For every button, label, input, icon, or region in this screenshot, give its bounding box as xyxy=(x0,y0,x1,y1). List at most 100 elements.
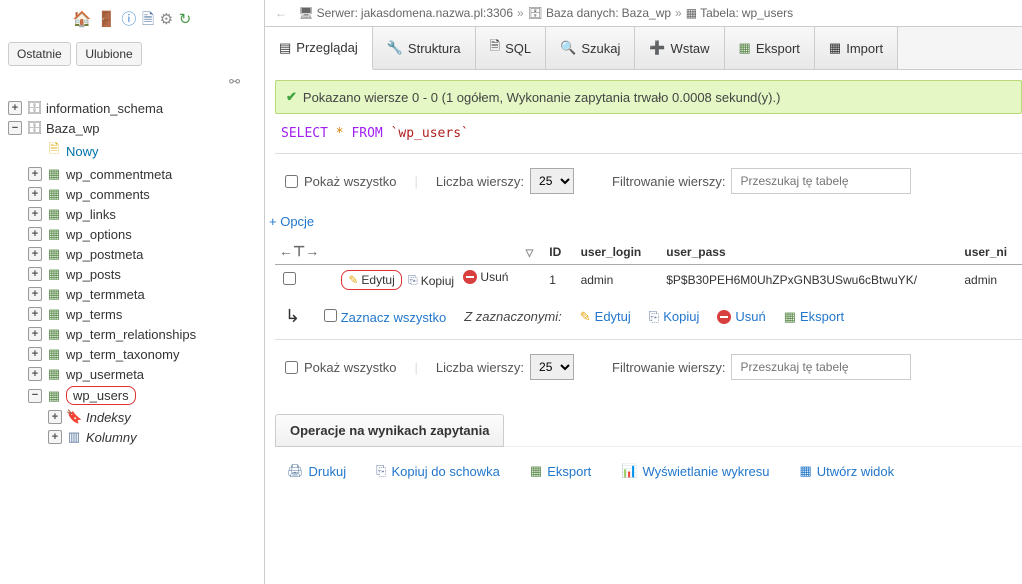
expand-icon[interactable]: + xyxy=(28,327,42,341)
export-icon: ▦ xyxy=(739,40,751,56)
edit-row-button[interactable]: ✎Edytuj xyxy=(341,270,401,290)
server-icon: 🖥 xyxy=(298,6,313,20)
tree-db-info-schema[interactable]: information_schema xyxy=(46,101,163,116)
tab-browse[interactable]: ▤Przeglądaj xyxy=(265,27,373,70)
results-table: ←⊤→ ▽ ID user_login user_pass user_ni xyxy=(275,239,1022,294)
link-icon[interactable]: ⚯ xyxy=(4,70,260,94)
expand-icon[interactable]: + xyxy=(28,267,42,281)
collapse-icon[interactable]: − xyxy=(8,121,22,135)
tab-structure[interactable]: 🔧Struktura xyxy=(373,27,476,69)
sidebar: 🏠 🚪 ⓘ 🗎 ⚙ ↻ Ostatnie Ulubione ⚯ + 🗄 inform… xyxy=(0,0,265,584)
settings-icon[interactable]: ⚙ xyxy=(160,10,173,28)
refresh-icon[interactable]: ↻ xyxy=(179,10,192,28)
sidebar-toolbar: 🏠 🚪 ⓘ 🗎 ⚙ ↻ xyxy=(4,4,260,38)
tab-search[interactable]: 🔍Szukaj xyxy=(546,27,635,69)
with-selected-label: Z zaznaczonymi: xyxy=(464,309,562,324)
expand-icon[interactable]: + xyxy=(28,207,42,221)
tab-favorites[interactable]: Ulubione xyxy=(76,42,141,66)
tree-table-wp-users[interactable]: wp_users xyxy=(66,386,136,405)
tree-table[interactable]: wp_options xyxy=(66,227,132,242)
tab-sql[interactable]: 🗎SQL xyxy=(476,27,546,69)
tree-table[interactable]: wp_comments xyxy=(66,187,150,202)
col-user-ni[interactable]: user_ni xyxy=(956,239,1022,265)
expand-icon[interactable]: + xyxy=(28,347,42,361)
table-icon: ▦ xyxy=(46,366,62,382)
tree-table[interactable]: wp_links xyxy=(66,207,116,222)
bulk-export-button[interactable]: ▦Eksport xyxy=(784,309,844,325)
info-icon[interactable]: ⓘ xyxy=(121,8,136,29)
home-icon[interactable]: 🏠 xyxy=(73,10,92,28)
op-clipboard[interactable]: ⎘Kopiuj do schowka xyxy=(376,463,500,479)
delete-row-button[interactable]: Usuń xyxy=(460,269,511,285)
collapse-icon[interactable]: − xyxy=(28,389,42,403)
expand-icon[interactable]: + xyxy=(28,287,42,301)
filter-input-2[interactable] xyxy=(731,354,911,380)
breadcrumb-server-value[interactable]: jakasdomena.nazwa.pl:3306 xyxy=(361,6,513,20)
select-all-label[interactable]: Zaznacz wszystko xyxy=(341,310,446,325)
bulk-copy-button[interactable]: ⎘Kopiuj xyxy=(649,309,700,325)
select-all-checkbox[interactable] xyxy=(324,309,337,322)
table-icon: ▦ xyxy=(46,226,62,242)
bulk-delete-button[interactable]: Usuń xyxy=(717,309,765,324)
db-icon: 🗄 xyxy=(26,120,42,136)
tree-table[interactable]: wp_termmeta xyxy=(66,287,145,302)
col-user-pass[interactable]: user_pass xyxy=(658,239,956,265)
expand-icon[interactable]: + xyxy=(28,167,42,181)
success-message: ✔ Pokazano wiersze 0 - 0 (1 ogółem, Wyko… xyxy=(275,80,1022,114)
nav-arrows[interactable]: ←⊤→ xyxy=(275,239,333,265)
col-user-login[interactable]: user_login xyxy=(573,239,659,265)
breadcrumb: ← 🖥Serwer: jakasdomena.nazwa.pl:3306 » 🗄… xyxy=(265,0,1022,27)
tree-table[interactable]: wp_term_taxonomy xyxy=(66,347,179,362)
tree-table[interactable]: wp_posts xyxy=(66,267,121,282)
col-id[interactable]: ID xyxy=(541,239,572,265)
new-icon: 🗎 xyxy=(46,140,62,162)
filter-input[interactable] xyxy=(731,168,911,194)
arrow-up-icon: ↳ xyxy=(285,306,300,327)
import-icon: ▦ xyxy=(829,40,841,56)
expand-icon[interactable]: + xyxy=(48,430,62,444)
tree-table[interactable]: wp_terms xyxy=(66,307,122,322)
tab-export[interactable]: ▦Eksport xyxy=(725,27,815,69)
tab-insert[interactable]: ➕Wstaw xyxy=(635,27,724,69)
row-count-select[interactable]: 25 xyxy=(530,168,574,194)
row-checkbox[interactable] xyxy=(283,272,296,285)
tree-table[interactable]: wp_commentmeta xyxy=(66,167,172,182)
breadcrumb-db-value[interactable]: Baza_wp xyxy=(622,6,671,20)
expand-icon[interactable]: + xyxy=(28,187,42,201)
tab-import[interactable]: ▦Import xyxy=(815,27,898,69)
copy-row-button[interactable]: ⎘Kopiuj xyxy=(405,272,457,289)
op-view[interactable]: ▦Utwórz widok xyxy=(800,463,895,479)
show-all-checkbox-2[interactable] xyxy=(285,361,298,374)
sort-indicator-icon[interactable]: ▽ xyxy=(526,248,534,259)
tree-columns[interactable]: Kolumny xyxy=(86,430,137,445)
tree-table[interactable]: wp_term_relationships xyxy=(66,327,196,342)
tree-table[interactable]: wp_postmeta xyxy=(66,247,143,262)
op-export[interactable]: ▦Eksport xyxy=(530,463,591,479)
breadcrumb-table-value[interactable]: wp_users xyxy=(742,6,793,20)
collapse-panel-icon[interactable]: ← xyxy=(275,6,287,20)
exit-icon[interactable]: 🚪 xyxy=(97,10,116,28)
expand-icon[interactable]: + xyxy=(8,101,22,115)
breadcrumb-db-label: Baza danych: xyxy=(546,6,619,20)
tree-new[interactable]: Nowy xyxy=(66,144,99,159)
expand-icon[interactable]: + xyxy=(28,367,42,381)
row-count-select-2[interactable]: 25 xyxy=(530,354,574,380)
controls-bottom: Pokaż wszystko | Liczba wierszy: 25 Filt… xyxy=(275,339,1022,394)
op-chart[interactable]: 📊Wyświetlanie wykresu xyxy=(621,463,769,479)
tree-indexes[interactable]: Indeksy xyxy=(86,410,131,425)
expand-icon[interactable]: + xyxy=(28,247,42,261)
op-print[interactable]: 🖨Drukuj xyxy=(287,463,346,479)
sql-icon[interactable]: 🗎 xyxy=(142,9,154,34)
tree-db-baza-wp[interactable]: Baza_wp xyxy=(46,121,99,136)
table-icon: ▦ xyxy=(46,206,62,222)
expand-icon[interactable]: + xyxy=(48,410,62,424)
options-toggle[interactable]: + Opcje xyxy=(265,208,1022,235)
show-all-checkbox[interactable] xyxy=(285,175,298,188)
results-operations: 🖨Drukuj ⎘Kopiuj do schowka ▦Eksport 📊Wyś… xyxy=(275,446,1022,495)
expand-icon[interactable]: + xyxy=(28,227,42,241)
tree-table[interactable]: wp_usermeta xyxy=(66,367,144,382)
table-icon: ▦ xyxy=(46,388,62,404)
expand-icon[interactable]: + xyxy=(28,307,42,321)
bulk-edit-button[interactable]: ✎Edytuj xyxy=(580,309,631,325)
tab-recent[interactable]: Ostatnie xyxy=(8,42,71,66)
